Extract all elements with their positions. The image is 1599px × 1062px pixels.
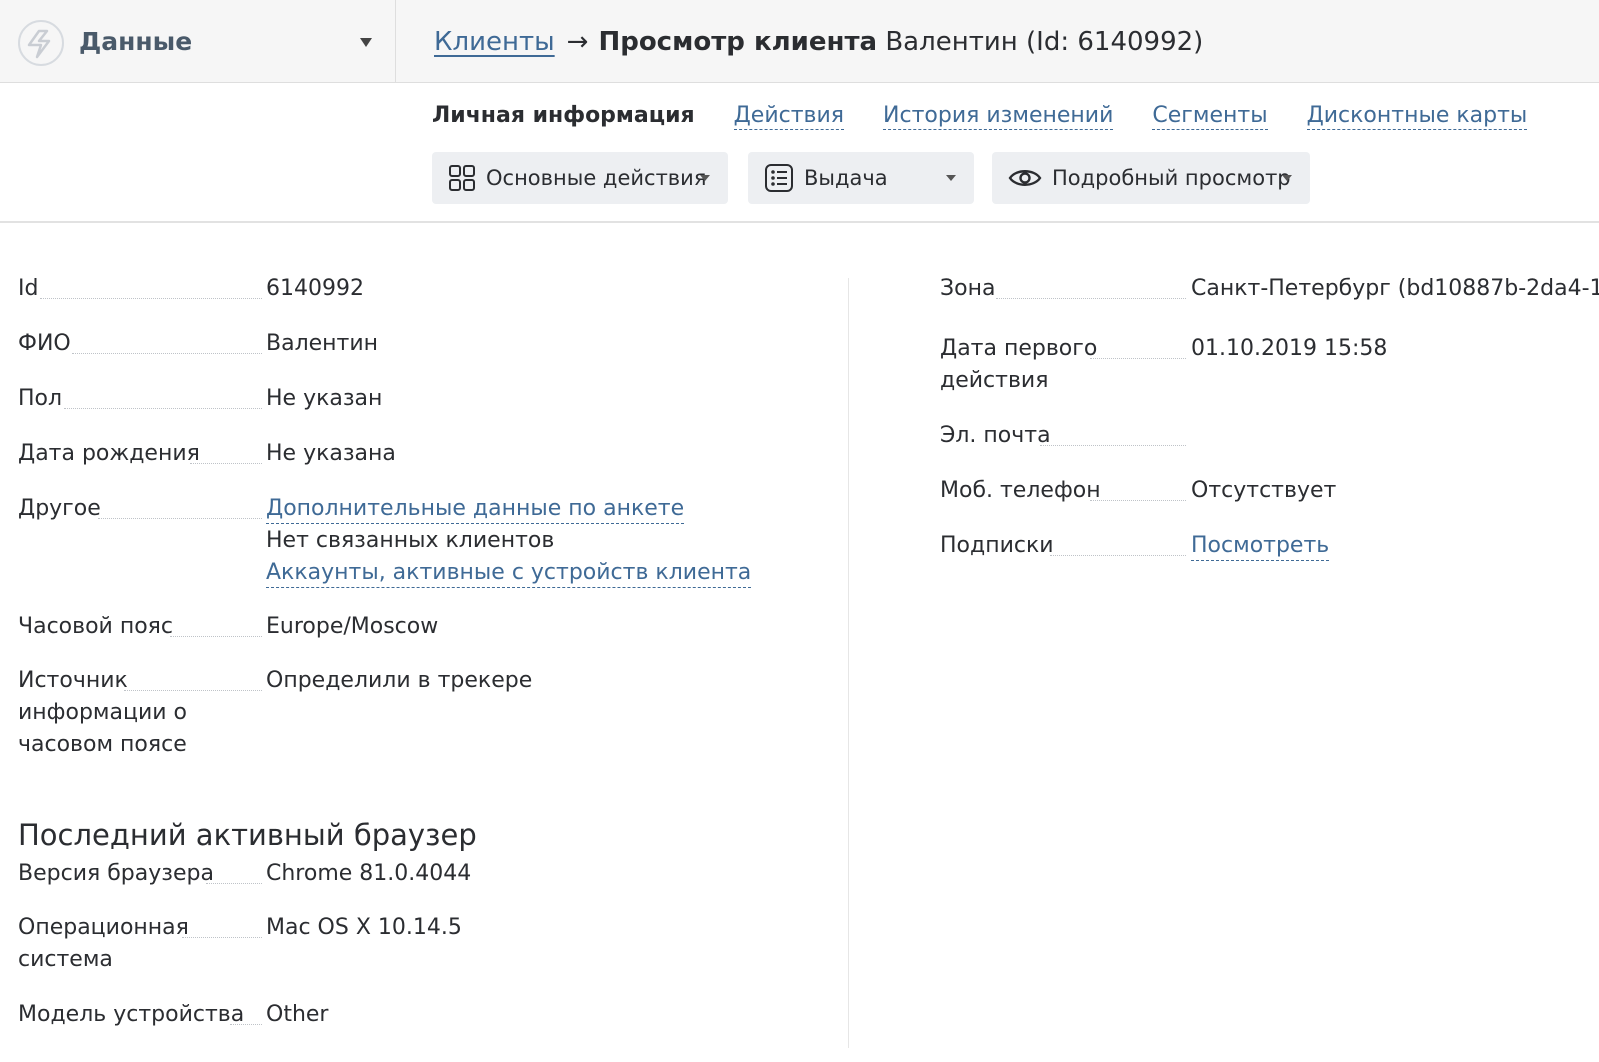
column-divider [848, 278, 849, 1048]
section-selector[interactable]: Данные [0, 0, 396, 82]
leader-dots [98, 518, 262, 519]
field-value-tz-source: Определили в трекере [266, 668, 533, 693]
browser-section-heading: Последний активный браузер [18, 818, 477, 852]
section-name: Данные [79, 27, 193, 56]
field-label-email: Эл. почта [940, 423, 1051, 448]
field-label-birthdate: Дата рождения [18, 441, 200, 466]
caret-down-icon [946, 175, 956, 181]
field-value-birthdate: Не указана [266, 441, 396, 466]
field-label-name: ФИО [18, 331, 71, 356]
field-label-timezone: Часовой пояс [18, 614, 174, 639]
field-label-os-2: система [18, 947, 113, 972]
leader-dots [64, 408, 262, 409]
main-actions-button[interactable]: Основные действия [432, 152, 728, 204]
field-label-tz-source-2: информации о [18, 700, 188, 725]
leader-dots [170, 636, 262, 637]
field-label-first-action-1: Дата первого [940, 336, 1098, 361]
field-label-phone: Моб. телефон [940, 478, 1101, 503]
leader-dots [182, 937, 262, 938]
leader-dots [996, 298, 1186, 299]
tab-personal-info[interactable]: Личная информация [432, 103, 695, 128]
field-label-subscriptions: Подписки [940, 533, 1054, 558]
field-value-first-action: 01.10.2019 15:58 [1191, 336, 1388, 361]
leader-dots [230, 1024, 262, 1025]
detailed-view-label: Подробный просмотр [1052, 166, 1291, 190]
tab-history[interactable]: История изменений [883, 103, 1114, 130]
field-label-first-action-2: действия [940, 368, 1049, 393]
grid-icon [449, 165, 475, 191]
subheader: Личная информация Действия История измен… [0, 83, 1599, 223]
device-accounts-link[interactable]: Аккаунты, активные с устройств клиента [266, 559, 752, 588]
field-label-browser-version: Версия браузера [18, 861, 214, 886]
field-label-tz-source-1: Источник [18, 668, 128, 693]
field-label-gender: Пол [18, 386, 63, 411]
field-label-other: Другое [18, 496, 101, 521]
caret-down-icon [1282, 175, 1292, 181]
extra-survey-data-link[interactable]: Дополнительные данные по анкете [266, 495, 685, 524]
tab-segments[interactable]: Сегменты [1152, 103, 1268, 130]
field-label-os-1: Операционная [18, 915, 189, 940]
field-value-name: Валентин [266, 331, 379, 356]
issue-button[interactable]: Выдача [748, 152, 974, 204]
leader-dots [124, 690, 262, 691]
tab-bar: Личная информация Действия История измен… [432, 103, 1559, 130]
field-value-gender: Не указан [266, 386, 383, 411]
page-title: Просмотр клиента [598, 27, 878, 57]
list-icon [765, 164, 793, 192]
breadcrumb: Клиенты → Просмотр клиента Валентин (Id: 6… [434, 27, 1203, 57]
tab-discount-cards[interactable]: Дисконтные карты [1306, 103, 1528, 130]
top-bar: Данные Клиенты → Просмотр клиента Валентин… [0, 0, 1599, 83]
leader-dots [190, 463, 262, 464]
main-actions-label: Основные действия [486, 166, 707, 190]
field-value-device: Other [266, 1002, 329, 1027]
leader-dots [72, 353, 262, 354]
field-label-id: Id [18, 276, 39, 301]
field-label-tz-source-3: часовом поясе [18, 732, 187, 757]
chevron-down-icon[interactable] [360, 38, 372, 47]
leader-dots [1090, 500, 1186, 501]
breadcrumb-link-clients[interactable]: Клиенты [434, 27, 555, 57]
leader-dots [1040, 445, 1186, 446]
arrow-right-icon: → [566, 27, 589, 57]
sync-logo-icon [18, 20, 64, 66]
leader-dots [1090, 358, 1186, 359]
leader-dots [40, 298, 262, 299]
subscriptions-view-link[interactable]: Посмотреть [1191, 532, 1330, 561]
issue-label: Выдача [804, 166, 888, 190]
field-value-zone: Санкт-Петербург (bd10887b-2da4-1 [1191, 276, 1599, 301]
field-value-os: Mac OS X 10.14.5 [266, 915, 462, 940]
tab-actions[interactable]: Действия [733, 103, 845, 130]
no-linked-clients-text: Нет связанных клиентов [266, 528, 555, 553]
page-subtitle: Валентин (Id: 6140992) [885, 27, 1204, 57]
field-label-zone: Зона [940, 276, 996, 301]
field-value-phone: Отсутствует [1191, 478, 1337, 503]
leader-dots [206, 883, 262, 884]
detailed-view-button[interactable]: Подробный просмотр [992, 152, 1310, 204]
eye-icon [1008, 170, 1042, 186]
caret-down-icon [700, 175, 710, 181]
field-value-timezone: Europe/Moscow [266, 614, 439, 639]
leader-dots [1050, 555, 1186, 556]
field-label-device: Модель устройства [18, 1002, 245, 1027]
field-value-id: 6140992 [266, 276, 364, 301]
field-value-browser-version: Chrome 81.0.4044 [266, 861, 472, 886]
